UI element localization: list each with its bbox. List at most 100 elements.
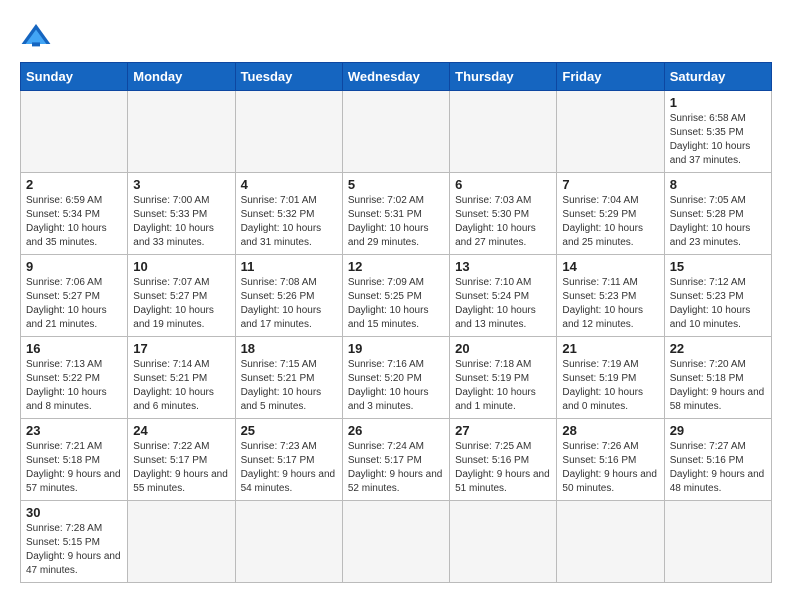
calendar-day-cell: 18 Sunrise: 7:15 AM Sunset: 5:21 PM Dayli… (235, 337, 342, 419)
weekday-header-tuesday: Tuesday (235, 63, 342, 91)
day-number: 6 (455, 177, 551, 192)
day-info: Sunrise: 7:19 AM Sunset: 5:19 PM Dayligh… (562, 358, 658, 414)
calendar-day-cell (557, 501, 664, 583)
calendar-day-cell: 5 Sunrise: 7:02 AM Sunset: 5:31 PM Daylig… (342, 173, 449, 255)
calendar-week-row: 30 Sunrise: 7:28 AM Sunset: 5:15 PM Dayli… (21, 501, 772, 583)
logo-icon (20, 20, 52, 52)
day-number: 21 (562, 341, 658, 356)
day-number: 8 (670, 177, 766, 192)
day-number: 5 (348, 177, 444, 192)
calendar-day-cell (128, 501, 235, 583)
calendar-day-cell: 17 Sunrise: 7:14 AM Sunset: 5:21 PM Dayli… (128, 337, 235, 419)
day-info: Sunrise: 7:03 AM Sunset: 5:30 PM Dayligh… (455, 194, 551, 250)
calendar-day-cell (450, 501, 557, 583)
day-number: 22 (670, 341, 766, 356)
day-info: Sunrise: 7:14 AM Sunset: 5:21 PM Dayligh… (133, 358, 229, 414)
day-number: 14 (562, 259, 658, 274)
day-number: 11 (241, 259, 337, 274)
calendar-day-cell (342, 501, 449, 583)
calendar-day-cell: 14 Sunrise: 7:11 AM Sunset: 5:23 PM Dayli… (557, 255, 664, 337)
calendar-week-row: 23 Sunrise: 7:21 AM Sunset: 5:18 PM Dayli… (21, 419, 772, 501)
day-info: Sunrise: 7:28 AM Sunset: 5:15 PM Dayligh… (26, 522, 122, 578)
day-number: 23 (26, 423, 122, 438)
day-number: 12 (348, 259, 444, 274)
day-info: Sunrise: 7:15 AM Sunset: 5:21 PM Dayligh… (241, 358, 337, 414)
calendar-day-cell: 23 Sunrise: 7:21 AM Sunset: 5:18 PM Dayli… (21, 419, 128, 501)
calendar-day-cell (557, 91, 664, 173)
calendar-day-cell (128, 91, 235, 173)
day-number: 19 (348, 341, 444, 356)
day-info: Sunrise: 7:08 AM Sunset: 5:26 PM Dayligh… (241, 276, 337, 332)
calendar-day-cell: 6 Sunrise: 7:03 AM Sunset: 5:30 PM Daylig… (450, 173, 557, 255)
day-number: 25 (241, 423, 337, 438)
calendar-day-cell: 15Sunrise: 7:12 AM Sunset: 5:23 PM Dayli… (664, 255, 771, 337)
day-info: Sunrise: 7:21 AM Sunset: 5:18 PM Dayligh… (26, 440, 122, 496)
day-info: Sunrise: 7:23 AM Sunset: 5:17 PM Dayligh… (241, 440, 337, 496)
calendar-body: 1 Sunrise: 6:58 AM Sunset: 5:35 PM Daylig… (21, 91, 772, 583)
calendar-week-row: 16 Sunrise: 7:13 AM Sunset: 5:22 PM Dayli… (21, 337, 772, 419)
day-number: 29 (670, 423, 766, 438)
day-info: Sunrise: 7:26 AM Sunset: 5:16 PM Dayligh… (562, 440, 658, 496)
day-info: Sunrise: 7:12 AM Sunset: 5:23 PM Dayligh… (670, 276, 766, 332)
day-info: Sunrise: 7:05 AM Sunset: 5:28 PM Dayligh… (670, 194, 766, 250)
day-number: 17 (133, 341, 229, 356)
calendar-table: SundayMondayTuesdayWednesdayThursdayFrid… (20, 62, 772, 583)
day-info: Sunrise: 7:04 AM Sunset: 5:29 PM Dayligh… (562, 194, 658, 250)
calendar-day-cell (235, 501, 342, 583)
calendar-day-cell: 4 Sunrise: 7:01 AM Sunset: 5:32 PM Daylig… (235, 173, 342, 255)
calendar-day-cell: 26Sunrise: 7:24 AM Sunset: 5:17 PM Dayli… (342, 419, 449, 501)
day-info: Sunrise: 7:13 AM Sunset: 5:22 PM Dayligh… (26, 358, 122, 414)
calendar-day-cell (664, 501, 771, 583)
calendar-day-cell: 27Sunrise: 7:25 AM Sunset: 5:16 PM Dayli… (450, 419, 557, 501)
calendar-day-cell: 13 Sunrise: 7:10 AM Sunset: 5:24 PM Dayli… (450, 255, 557, 337)
day-info: Sunrise: 7:09 AM Sunset: 5:25 PM Dayligh… (348, 276, 444, 332)
day-number: 3 (133, 177, 229, 192)
calendar-day-cell: 9 Sunrise: 7:06 AM Sunset: 5:27 PM Daylig… (21, 255, 128, 337)
day-info: Sunrise: 7:18 AM Sunset: 5:19 PM Dayligh… (455, 358, 551, 414)
calendar-day-cell: 20Sunrise: 7:18 AM Sunset: 5:19 PM Dayli… (450, 337, 557, 419)
calendar-day-cell: 10Sunrise: 7:07 AM Sunset: 5:27 PM Dayli… (128, 255, 235, 337)
weekday-header-wednesday: Wednesday (342, 63, 449, 91)
day-info: Sunrise: 7:10 AM Sunset: 5:24 PM Dayligh… (455, 276, 551, 332)
day-number: 28 (562, 423, 658, 438)
day-number: 26 (348, 423, 444, 438)
day-number: 2 (26, 177, 122, 192)
day-info: Sunrise: 7:11 AM Sunset: 5:23 PM Dayligh… (562, 276, 658, 332)
weekday-header-monday: Monday (128, 63, 235, 91)
calendar-day-cell: 19 Sunrise: 7:16 AM Sunset: 5:20 PM Dayli… (342, 337, 449, 419)
day-info: Sunrise: 7:16 AM Sunset: 5:20 PM Dayligh… (348, 358, 444, 414)
day-info: Sunrise: 7:27 AM Sunset: 5:16 PM Dayligh… (670, 440, 766, 496)
day-info: Sunrise: 7:01 AM Sunset: 5:32 PM Dayligh… (241, 194, 337, 250)
logo (20, 20, 58, 52)
day-info: Sunrise: 7:22 AM Sunset: 5:17 PM Dayligh… (133, 440, 229, 496)
day-info: Sunrise: 7:02 AM Sunset: 5:31 PM Dayligh… (348, 194, 444, 250)
calendar-day-cell: 7Sunrise: 7:04 AM Sunset: 5:29 PM Daylig… (557, 173, 664, 255)
day-number: 18 (241, 341, 337, 356)
day-info: Sunrise: 6:58 AM Sunset: 5:35 PM Dayligh… (670, 112, 766, 168)
day-number: 4 (241, 177, 337, 192)
day-number: 30 (26, 505, 122, 520)
day-info: Sunrise: 7:25 AM Sunset: 5:16 PM Dayligh… (455, 440, 551, 496)
calendar-day-cell: 21 Sunrise: 7:19 AM Sunset: 5:19 PM Dayli… (557, 337, 664, 419)
day-number: 13 (455, 259, 551, 274)
calendar-header: SundayMondayTuesdayWednesdayThursdayFrid… (21, 63, 772, 91)
calendar-day-cell (21, 91, 128, 173)
day-info: Sunrise: 7:20 AM Sunset: 5:18 PM Dayligh… (670, 358, 766, 414)
weekday-header-saturday: Saturday (664, 63, 771, 91)
weekday-row: SundayMondayTuesdayWednesdayThursdayFrid… (21, 63, 772, 91)
day-info: Sunrise: 7:06 AM Sunset: 5:27 PM Dayligh… (26, 276, 122, 332)
calendar-day-cell: 24 Sunrise: 7:22 AM Sunset: 5:17 PM Dayli… (128, 419, 235, 501)
calendar-week-row: 9 Sunrise: 7:06 AM Sunset: 5:27 PM Daylig… (21, 255, 772, 337)
day-number: 24 (133, 423, 229, 438)
calendar-day-cell: 11 Sunrise: 7:08 AM Sunset: 5:26 PM Dayli… (235, 255, 342, 337)
calendar-day-cell: 8 Sunrise: 7:05 AM Sunset: 5:28 PM Daylig… (664, 173, 771, 255)
page-header (20, 20, 772, 52)
day-info: Sunrise: 6:59 AM Sunset: 5:34 PM Dayligh… (26, 194, 122, 250)
calendar-day-cell: 2 Sunrise: 6:59 AM Sunset: 5:34 PM Daylig… (21, 173, 128, 255)
day-number: 9 (26, 259, 122, 274)
weekday-header-sunday: Sunday (21, 63, 128, 91)
day-number: 16 (26, 341, 122, 356)
calendar-day-cell (235, 91, 342, 173)
day-number: 1 (670, 95, 766, 110)
weekday-header-thursday: Thursday (450, 63, 557, 91)
